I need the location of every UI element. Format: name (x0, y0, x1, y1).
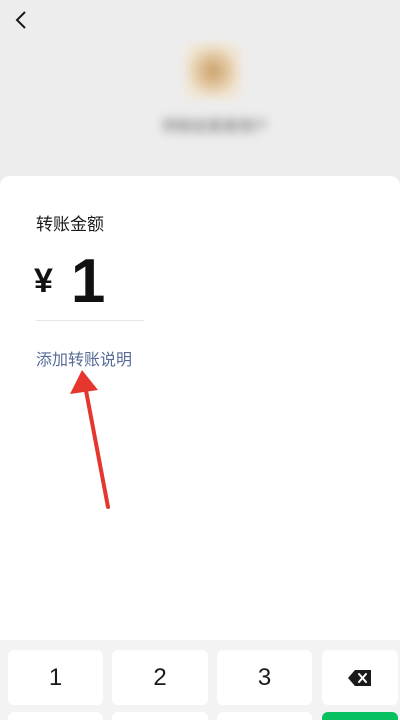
currency-symbol: ¥ (34, 261, 53, 300)
back-button[interactable] (8, 6, 36, 34)
payee-name: 转账给某某用户 (162, 117, 268, 135)
amount-card: 转账金额 ¥ 1 添加转账说明 (0, 176, 400, 646)
key-row2-1[interactable] (8, 712, 103, 720)
key-1[interactable]: 1 (8, 650, 103, 705)
delete-key[interactable] (322, 650, 398, 705)
confirm-transfer-button[interactable] (322, 712, 398, 720)
transfer-screen: 转账给某某用户 转账金额 ¥ 1 添加转账说明 1 2 3 (0, 0, 400, 720)
payee-header: 转账给某某用户 (0, 0, 400, 176)
key-3[interactable]: 3 (217, 650, 312, 705)
payee-avatar (185, 43, 241, 99)
amount-label: 转账金额 (36, 215, 104, 235)
backspace-icon (348, 669, 371, 686)
numeric-keypad: 1 2 3 (0, 640, 400, 720)
amount-input[interactable]: ¥ 1 (34, 246, 105, 316)
key-2[interactable]: 2 (112, 650, 208, 705)
amount-value: 1 (70, 246, 106, 316)
amount-divider (36, 320, 144, 321)
add-transfer-note-link[interactable]: 添加转账说明 (36, 346, 132, 370)
key-row2-3[interactable] (217, 712, 312, 720)
key-row2-2[interactable] (112, 712, 208, 720)
chevron-left-icon (15, 11, 26, 29)
